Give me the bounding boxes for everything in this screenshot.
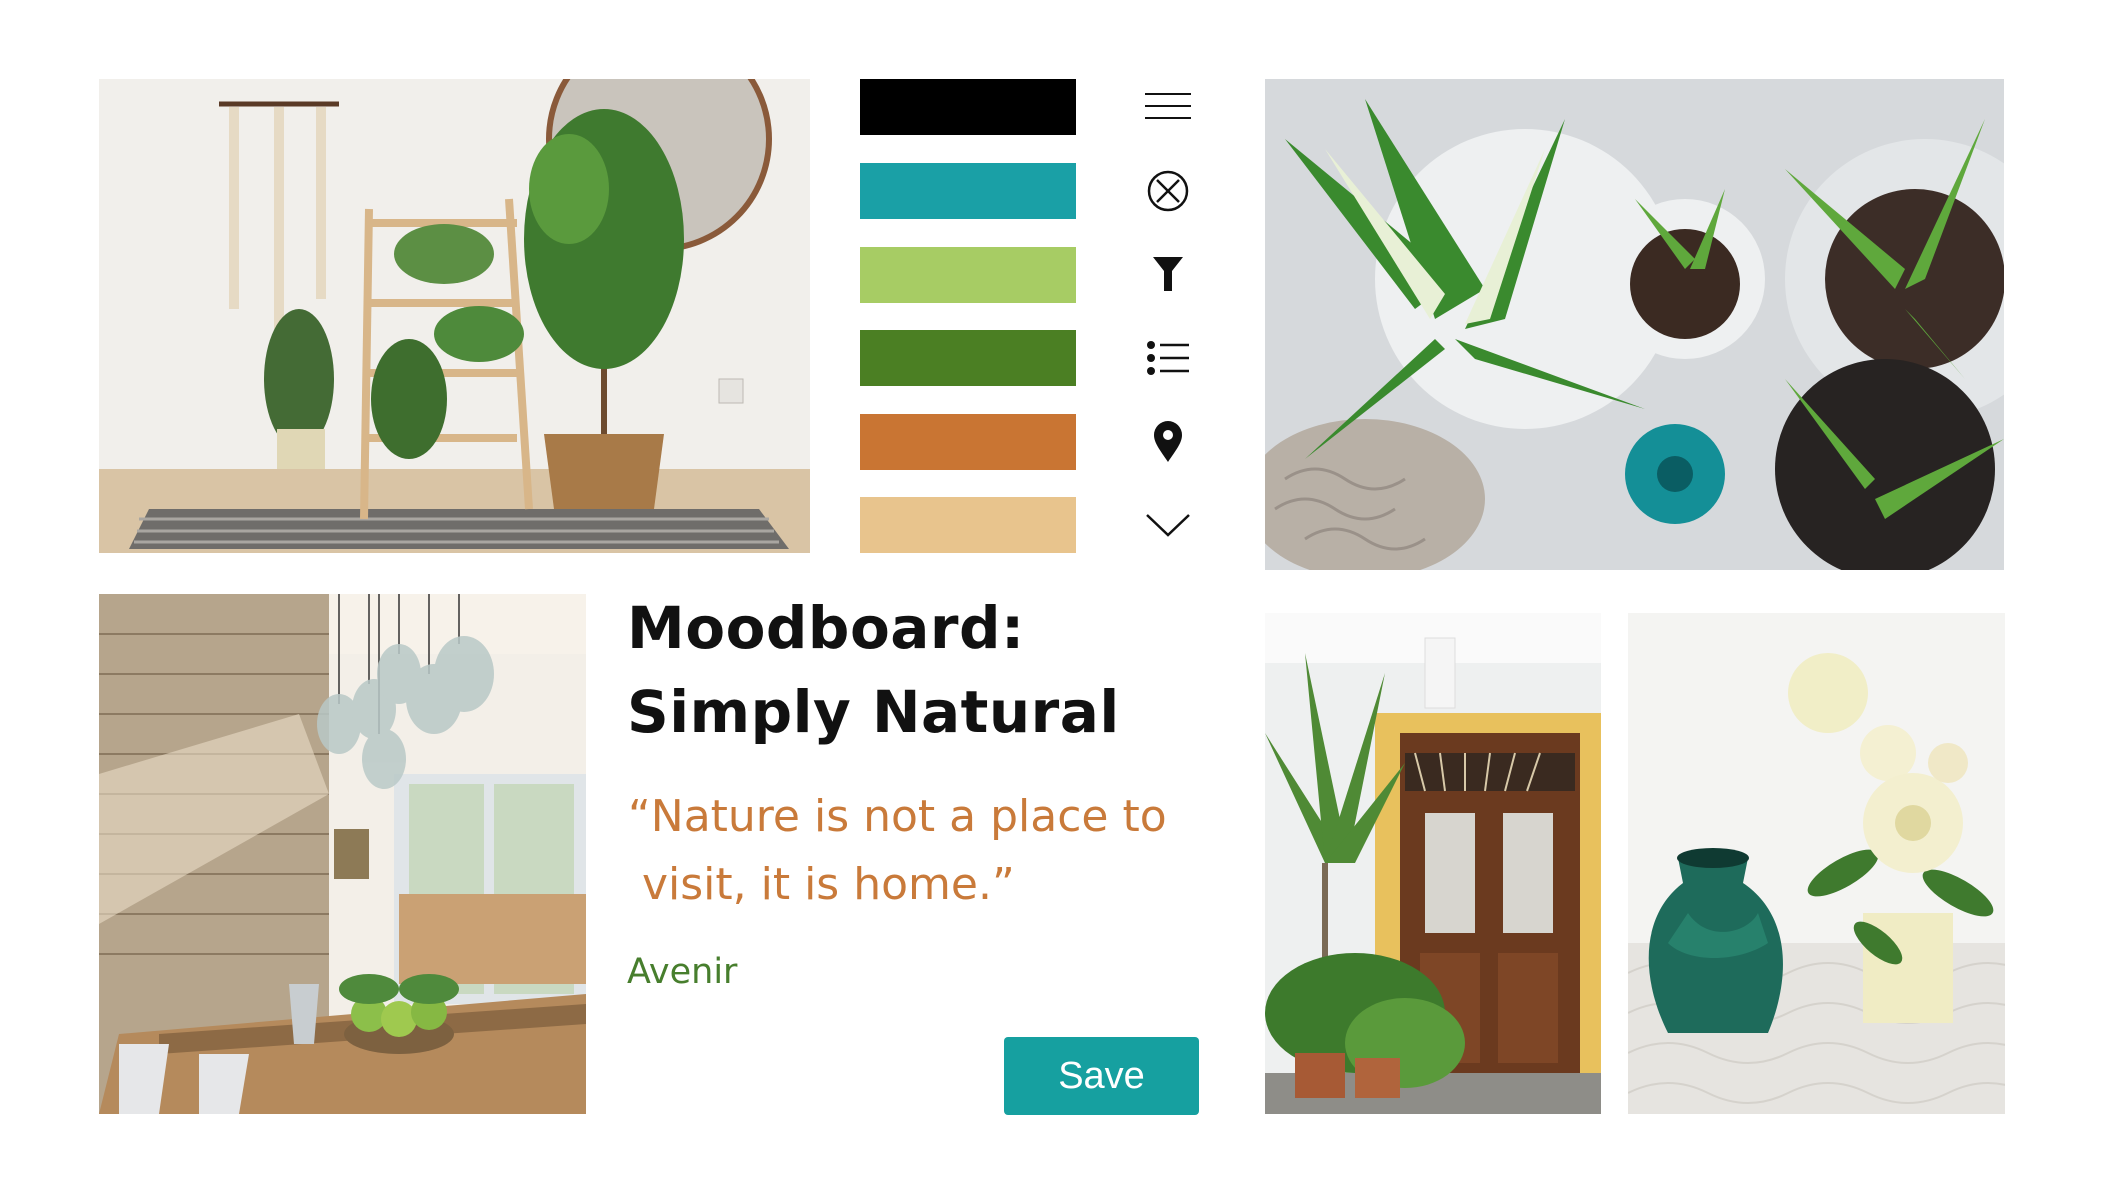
photo-vase-flowers — [1628, 613, 2005, 1114]
location-pin-icon[interactable] — [1136, 413, 1200, 469]
swatch-dark-green[interactable] — [860, 330, 1076, 386]
quote-line-2: visit, it is home.” — [628, 859, 1015, 910]
menu-icon[interactable] — [1136, 79, 1200, 135]
swatch-light-green[interactable] — [860, 247, 1076, 303]
swatch-black[interactable] — [860, 79, 1076, 135]
chevron-down-icon[interactable] — [1136, 496, 1200, 552]
font-name-label: Avenir — [627, 952, 738, 992]
list-icon[interactable] — [1136, 330, 1200, 386]
swatch-beige[interactable] — [860, 497, 1076, 553]
swatch-teal[interactable] — [860, 163, 1076, 219]
save-button[interactable]: Save — [1004, 1037, 1199, 1115]
photo-living-room-plants — [99, 79, 810, 553]
photo-potted-plants-top-view — [1265, 79, 2004, 570]
filter-icon[interactable] — [1136, 246, 1200, 302]
close-circle-icon[interactable] — [1136, 163, 1200, 219]
photo-wooden-door — [1265, 613, 1601, 1114]
quote-line-1: “Nature is not a place to — [628, 791, 1167, 842]
moodboard-title-line-2: Simply Natural — [627, 678, 1120, 746]
swatch-orange[interactable] — [860, 414, 1076, 470]
photo-dining-room — [99, 594, 586, 1114]
moodboard-title-line-1: Moodboard: — [627, 594, 1025, 662]
